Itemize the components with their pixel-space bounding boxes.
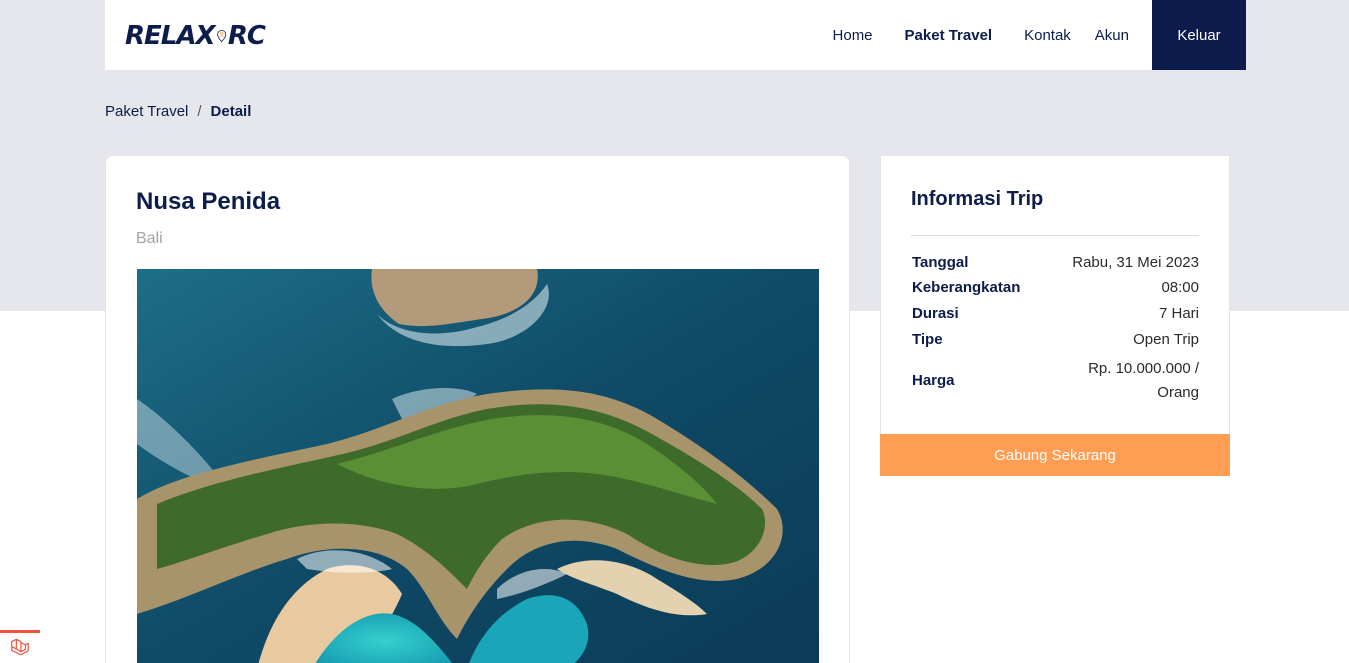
brand-logo[interactable]: RELAX RC	[125, 16, 266, 56]
info-row-tanggal: Tanggal Rabu, 31 Mei 2023	[912, 254, 1199, 271]
nav-paket-travel[interactable]: Paket Travel	[905, 27, 993, 44]
trip-location: Bali	[136, 230, 163, 247]
breadcrumb-separator: /	[197, 103, 202, 120]
breadcrumb-paket-travel[interactable]: Paket Travel	[105, 103, 188, 120]
trip-detail-card: Nusa Penida Bali	[105, 155, 850, 663]
navbar: RELAX RC Home Paket Travel Kontak Akun K…	[105, 0, 1246, 70]
debug-badge[interactable]	[0, 630, 40, 663]
map-pin-icon	[216, 29, 226, 43]
price-line-1: Rp. 10.000.000 /	[1088, 360, 1199, 377]
info-row-tipe: Tipe Open Trip	[912, 331, 1199, 348]
logout-button[interactable]: Keluar	[1152, 0, 1246, 70]
info-value: 08:00	[1161, 279, 1199, 296]
info-row-keberangkatan: Keberangkatan 08:00	[912, 279, 1199, 296]
info-row-harga: Harga Rp. 10.000.000 / Orang	[912, 357, 1199, 405]
logo-text-right: RC	[227, 21, 266, 51]
info-label: Durasi	[912, 305, 959, 322]
trip-photo-illustration	[137, 269, 819, 663]
info-title: Informasi Trip	[911, 188, 1044, 210]
nav-kontak[interactable]: Kontak	[1024, 27, 1071, 44]
breadcrumb: Paket Travel / Detail	[105, 103, 251, 120]
info-divider	[911, 235, 1199, 236]
info-label: Tanggal	[912, 254, 969, 271]
info-row-durasi: Durasi 7 Hari	[912, 305, 1199, 322]
nav-links: Home Paket Travel Kontak Akun	[833, 0, 1129, 70]
logo-text-left: RELAX	[125, 21, 216, 51]
info-value: 7 Hari	[1158, 305, 1199, 322]
trip-info-card: Informasi Trip Tanggal Rabu, 31 Mei 2023…	[880, 155, 1230, 435]
breadcrumb-current: Detail	[210, 103, 252, 120]
price-line-2: Orang	[1157, 384, 1199, 401]
info-value: Rabu, 31 Mei 2023	[1072, 254, 1199, 271]
join-now-button[interactable]: Gabung Sekarang	[880, 434, 1230, 476]
trip-photo	[137, 269, 819, 663]
info-value-harga: Rp. 10.000.000 / Orang	[1088, 357, 1199, 405]
info-label: Tipe	[912, 331, 943, 348]
nav-akun[interactable]: Akun	[1095, 27, 1129, 44]
info-value: Open Trip	[1133, 331, 1199, 348]
nav-home[interactable]: Home	[833, 27, 873, 44]
laravel-logo-icon	[11, 638, 29, 656]
trip-title: Nusa Penida	[136, 188, 281, 215]
info-label: Harga	[912, 372, 955, 389]
info-label: Keberangkatan	[912, 279, 1021, 296]
